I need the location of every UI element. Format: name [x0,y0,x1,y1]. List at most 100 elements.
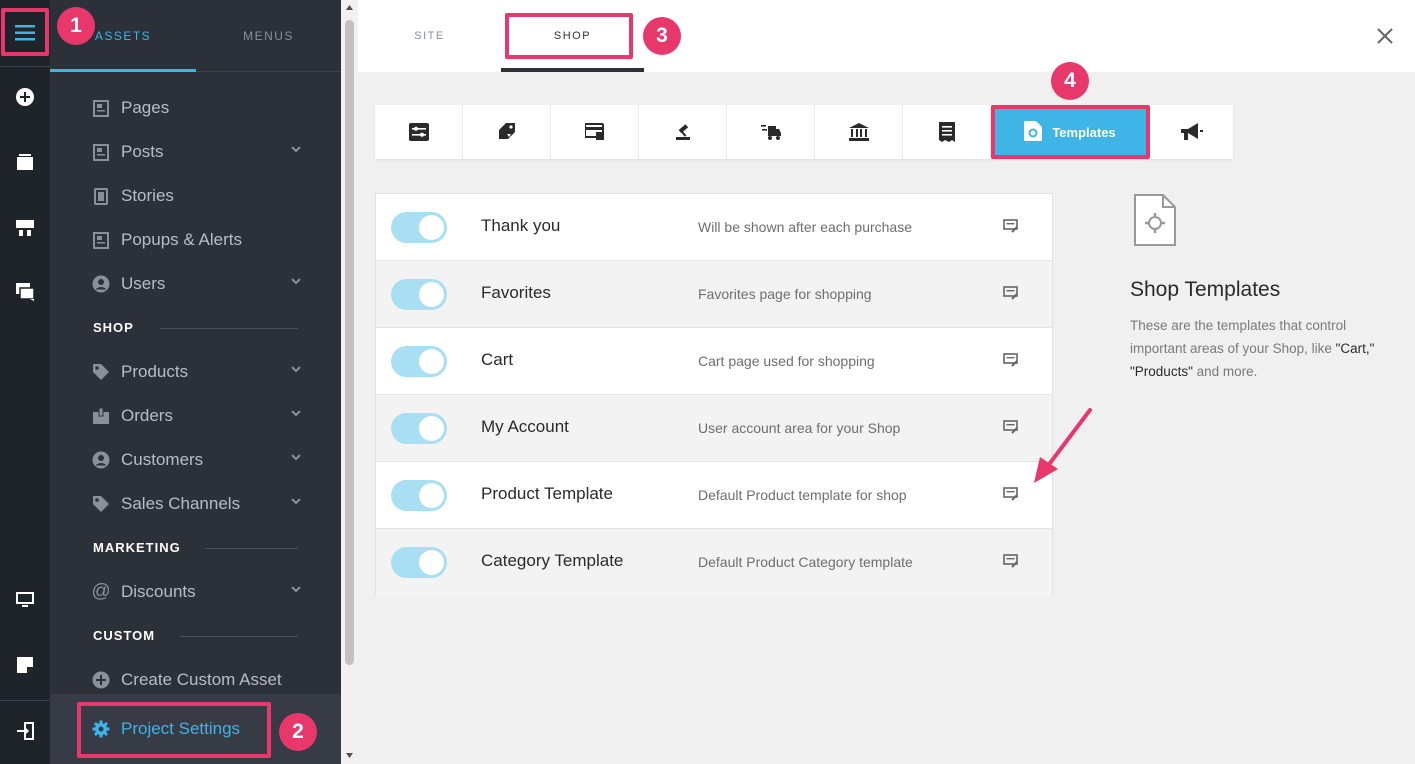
sidebar-item-label: Orders [121,406,173,425]
sidebar-item-label: Users [121,274,166,293]
user-icon [92,275,110,293]
sidebar-item-label: Create Custom Asset [121,670,282,689]
tax-icon[interactable] [463,105,551,159]
template-title: Thank you [481,216,561,235]
sidebar-item-label: Stories [121,186,174,205]
sidebar-item-orders[interactable]: Orders [92,394,302,438]
info-title: Shop Templates [1130,278,1281,301]
active-tab-indicator [501,68,644,72]
template-toggle[interactable] [391,212,447,243]
story-icon [92,187,110,205]
list-item: Product Template Default Product templat… [376,462,1052,529]
scroll-up-icon[interactable] [345,4,354,11]
edit-icon[interactable] [1003,420,1019,434]
sidebar-item-sales-channels[interactable]: Sales Channels [92,482,302,526]
edit-icon[interactable] [1003,219,1019,233]
divider [180,636,298,637]
edit-icon[interactable] [1003,286,1019,300]
template-title: Product Template [481,484,613,503]
desktop-icon[interactable] [0,578,50,622]
chevron-down-icon[interactable] [290,409,302,417]
exit-icon[interactable] [0,709,50,753]
list-item: Thank you Will be shown after each purch… [376,194,1052,261]
list-item: Cart Cart page used for shopping [376,328,1052,395]
general-settings-icon[interactable] [375,105,463,159]
step-badge-1: 1 [57,7,95,45]
divider [160,328,298,329]
chevron-down-icon[interactable] [290,453,302,461]
sidebar-item-products[interactable]: Products [92,350,302,394]
chevron-down-icon[interactable] [290,497,302,505]
chevron-down-icon[interactable] [290,145,302,153]
template-toggle[interactable] [391,547,447,578]
edit-icon[interactable] [1003,487,1019,501]
sidebar-item-users[interactable]: Users [92,262,302,306]
template-title: Cart [481,350,514,369]
list-item: My Account User account area for your Sh… [376,395,1052,462]
pages-icon[interactable] [0,140,50,184]
layout-icon[interactable] [0,206,50,250]
chat-icon[interactable] [0,270,50,314]
section-custom: CUSTOM [93,628,156,643]
template-description: Will be shown after each purchase [698,219,912,235]
shipping-icon[interactable] [727,105,815,159]
sidebar-item-label: Products [121,362,189,381]
marketing-megaphone-icon[interactable] [1148,105,1236,159]
template-toggle[interactable] [391,346,447,377]
sidebar-tabs: ASSETS MENUS [50,0,341,72]
invoice-icon[interactable] [903,105,991,159]
template-description: Default Product template for shop [698,487,907,503]
list-item: Category Template Default Product Catego… [376,529,1052,596]
bank-icon[interactable] [815,105,903,159]
template-toggle[interactable] [391,413,447,444]
step-badge-3: 3 [643,17,681,55]
highlight-box [77,702,271,758]
sidebar-item-label: Popups & Alerts [121,230,242,249]
edit-icon[interactable] [1003,554,1019,568]
template-title: My Account [481,417,569,436]
highlight-box [991,105,1150,159]
tab-site[interactable]: SITE [358,0,501,72]
divider [205,548,298,549]
tab-menus[interactable]: MENUS [196,0,341,72]
close-icon[interactable] [1373,24,1397,48]
template-file-icon [1134,194,1176,246]
template-description: User account area for your Shop [698,420,901,436]
chevron-down-icon[interactable] [290,585,302,593]
list-item: Favorites Favorites page for shopping [376,261,1052,328]
post-icon [92,143,110,161]
sidebar-item-stories[interactable]: Stories [92,174,302,218]
sidebar-item-label: Discounts [121,582,196,601]
chevron-down-icon[interactable] [290,365,302,373]
sidebar-item-label: Pages [121,98,170,117]
chevron-down-icon[interactable] [290,277,302,285]
payment-icon[interactable] [551,105,639,159]
template-toggle[interactable] [391,279,447,310]
template-toggle[interactable] [391,480,447,511]
template-title: Category Template [481,551,624,570]
sidebar-item-pages[interactable]: Pages [92,86,302,130]
sidebar-item-posts[interactable]: Posts [92,130,302,174]
legal-icon[interactable] [639,105,727,159]
sidebar-item-popups[interactable]: Popups & Alerts [92,218,302,262]
step-badge-2: 2 [279,713,317,751]
template-description: Default Product Category template [698,554,913,570]
user-icon [92,451,110,469]
tag-icon [92,495,110,513]
sidebar-item-customers[interactable]: Customers [92,438,302,482]
add-icon[interactable] [0,75,50,119]
edit-icon[interactable] [1003,353,1019,367]
sidebar-item-label: Sales Channels [121,494,241,513]
sidebar-scrollbar[interactable] [341,0,358,764]
scroll-thumb[interactable] [345,20,354,665]
note-icon[interactable] [0,643,50,687]
sidebar-item-discounts[interactable]: @ Discounts [91,570,302,614]
assets-sidebar: ASSETS MENUS Pages Posts Stories Popups … [50,0,341,764]
sidebar-item-label: Posts [121,142,164,161]
template-title: Favorites [481,283,551,302]
scroll-down-icon[interactable] [345,752,354,759]
active-tab-indicator [50,69,196,72]
at-icon: @ [91,581,111,602]
pointer-arrow [1034,408,1092,483]
settings-panel: SITE SHOP Templates Thank you Will be sh… [358,0,1415,764]
